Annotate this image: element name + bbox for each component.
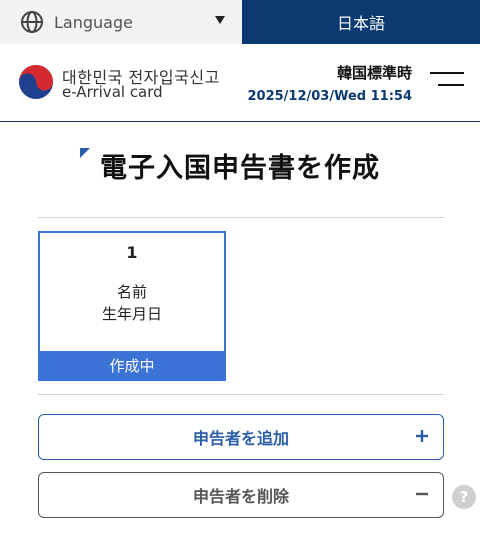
page-title-wrap: 電子入国申告書を作成 [0, 146, 480, 185]
minus-icon [416, 492, 428, 496]
divider [38, 394, 444, 395]
caret-down-icon [215, 16, 225, 24]
declarant-card[interactable]: 1 名前 生年月日 作成中 [38, 231, 226, 381]
language-selector[interactable]: Language [0, 0, 242, 44]
delete-declarant-label: 申告者を削除 [192, 487, 289, 506]
site-header: 대한민국 전자입국신고 e-Arrival card 韓国標準時 2025/12… [0, 44, 480, 122]
add-declarant-button[interactable]: 申告者を追加 [38, 414, 444, 460]
menu-line [438, 84, 464, 86]
menu-icon[interactable] [430, 70, 464, 92]
declarant-number: 1 [126, 243, 138, 262]
page-title: 電子入国申告書を作成 [100, 153, 380, 184]
taegeuk-logo-icon[interactable] [18, 64, 54, 100]
delete-declarant-button[interactable]: 申告者を削除 [38, 472, 444, 518]
add-declarant-label: 申告者を追加 [192, 429, 289, 448]
divider [38, 217, 444, 218]
current-language[interactable]: 日本語 [242, 0, 480, 44]
plus-icon [416, 430, 428, 442]
help-icon[interactable]: ? [452, 485, 476, 509]
current-datetime: 2025/12/03/Wed 11:54 [247, 89, 412, 104]
language-label: Language [54, 12, 133, 32]
globe-icon [21, 11, 43, 33]
menu-line [430, 72, 464, 74]
status-badge: 作成中 [40, 351, 224, 379]
language-bar: Language 日本語 [0, 0, 480, 44]
declarant-name: 名前 [116, 283, 147, 301]
timezone-label: 韓国標準時 [336, 64, 412, 82]
declarant-dob: 生年月日 [101, 305, 162, 323]
brand-english: e-Arrival card [62, 83, 163, 101]
